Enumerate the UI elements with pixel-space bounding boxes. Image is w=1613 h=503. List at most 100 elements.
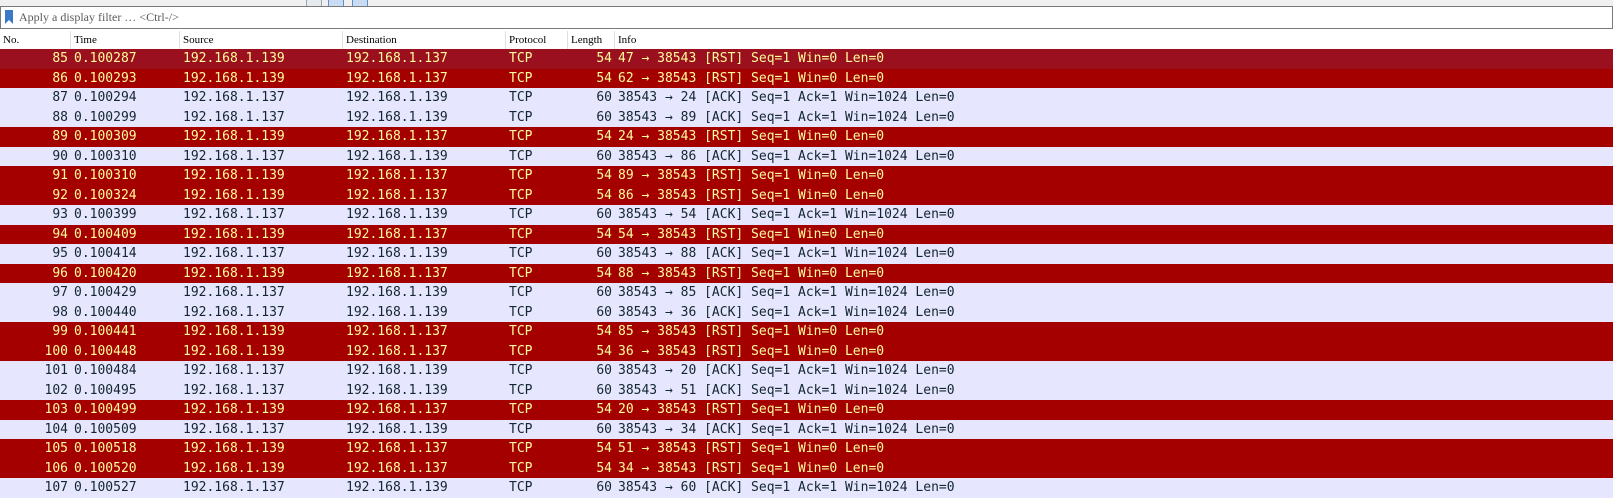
packet-no: 105: [44, 441, 68, 456]
packet-time: 0.100499: [74, 402, 137, 417]
packet-source: 192.168.1.137: [183, 148, 285, 164]
packet-info: 34 → 38543 [RST] Seq=1 Win=0 Len=0: [618, 460, 885, 476]
packet-time: 0.100310: [74, 148, 137, 164]
packet-info: 38543 → 54 [ACK] Seq=1 Ack=1 Win=1024 Le…: [618, 207, 955, 222]
packet-row[interactable]: 96 0.100420 192.168.1.139 192.168.1.137 TCP 5…: [0, 263, 1613, 283]
packet-protocol: TCP: [509, 402, 533, 417]
packet-row[interactable]: 85 0.100287 192.168.1.139 192.168.1.137 TCP 5…: [0, 49, 1613, 69]
packet-source: 192.168.1.139: [183, 460, 285, 476]
packet-info: 24 → 38543 [RST] Seq=1 Win=0 Len=0: [618, 129, 885, 144]
packet-destination: 192.168.1.137: [346, 343, 448, 359]
packet-row[interactable]: 86 0.100293 192.168.1.139 192.168.1.137 TCP 5…: [0, 68, 1613, 88]
packet-row[interactable]: 92 0.100324 192.168.1.139 192.168.1.137 TCP 5…: [0, 185, 1613, 205]
packet-info: 38543 → 36 [ACK] Seq=1 Ack=1 Win=1024 Le…: [618, 304, 955, 320]
packet-no: 94: [52, 226, 68, 242]
packet-no: 95: [52, 246, 68, 261]
packet-destination: 192.168.1.137: [346, 324, 448, 339]
display-filter-bar: [0, 6, 1613, 29]
packet-info: 38543 → 60 [ACK] Seq=1 Ack=1 Win=1024 Le…: [618, 480, 955, 495]
packet-destination: 192.168.1.139: [346, 207, 448, 222]
packet-time: 0.100310: [74, 168, 137, 183]
packet-row[interactable]: 89 0.100309 192.168.1.139 192.168.1.137 TCP 5…: [0, 127, 1613, 147]
packet-destination: 192.168.1.137: [346, 402, 448, 417]
packet-protocol: TCP: [509, 304, 533, 320]
packet-destination: 192.168.1.137: [346, 168, 448, 183]
packet-length: 54: [596, 265, 612, 281]
display-filter-input[interactable]: [19, 9, 1599, 25]
packet-row[interactable]: 107 0.100527 192.168.1.137 192.168.1.139 TCP…: [0, 478, 1613, 498]
packet-info: 38543 → 86 [ACK] Seq=1 Ack=1 Win=1024 Le…: [618, 148, 955, 164]
packet-time: 0.100441: [74, 324, 137, 339]
packet-destination: 192.168.1.139: [346, 109, 448, 125]
packet-list-header: No. Time Source Destination Protocol Len…: [0, 31, 1613, 50]
packet-row[interactable]: 87 0.100294 192.168.1.137 192.168.1.139 TCP 6…: [0, 88, 1613, 108]
packet-time: 0.100420: [74, 265, 137, 281]
packet-row[interactable]: 101 0.100484 192.168.1.137 192.168.1.139 TCP…: [0, 361, 1613, 381]
packet-length: 60: [596, 363, 612, 378]
packet-source: 192.168.1.137: [183, 480, 285, 495]
packet-source: 192.168.1.139: [183, 265, 285, 281]
packet-protocol: TCP: [509, 363, 533, 378]
packet-source: 192.168.1.137: [183, 421, 285, 437]
packet-length: 54: [596, 460, 612, 476]
column-header-source[interactable]: Source: [180, 31, 343, 49]
packet-no: 89: [52, 129, 68, 144]
packet-list: 85 0.100287 192.168.1.139 192.168.1.137 TCP 5…: [0, 49, 1613, 498]
packet-time: 0.100527: [74, 480, 137, 495]
packet-info: 38543 → 89 [ACK] Seq=1 Ack=1 Win=1024 Le…: [618, 109, 955, 125]
packet-no: 101: [44, 363, 68, 378]
packet-source: 192.168.1.139: [183, 441, 285, 456]
column-header-destination[interactable]: Destination: [343, 31, 506, 49]
packet-length: 60: [596, 304, 612, 320]
packet-row[interactable]: 104 0.100509 192.168.1.137 192.168.1.139 TCP…: [0, 419, 1613, 439]
packet-protocol: TCP: [509, 187, 533, 203]
packet-info: 89 → 38543 [RST] Seq=1 Win=0 Len=0: [618, 168, 885, 183]
packet-source: 192.168.1.137: [183, 363, 285, 378]
packet-info: 38543 → 88 [ACK] Seq=1 Ack=1 Win=1024 Le…: [618, 246, 955, 261]
packet-length: 54: [596, 187, 612, 203]
packet-row[interactable]: 105 0.100518 192.168.1.139 192.168.1.137 TCP…: [0, 439, 1613, 459]
packet-length: 60: [596, 285, 612, 300]
column-header-protocol[interactable]: Protocol: [506, 31, 568, 49]
packet-length: 54: [596, 441, 612, 456]
bookmark-icon[interactable]: [4, 10, 14, 24]
packet-protocol: TCP: [509, 324, 533, 339]
packet-row[interactable]: 94 0.100409 192.168.1.139 192.168.1.137 TCP 5…: [0, 224, 1613, 244]
column-header-info[interactable]: Info: [615, 31, 1613, 49]
packet-row[interactable]: 103 0.100499 192.168.1.139 192.168.1.137 TCP…: [0, 400, 1613, 420]
packet-row[interactable]: 102 0.100495 192.168.1.137 192.168.1.139 TCP…: [0, 380, 1613, 400]
packet-row[interactable]: 95 0.100414 192.168.1.137 192.168.1.139 TCP 6…: [0, 244, 1613, 264]
packet-length: 60: [596, 148, 612, 164]
column-header-length[interactable]: Length: [568, 31, 615, 49]
packet-info: 86 → 38543 [RST] Seq=1 Win=0 Len=0: [618, 187, 885, 203]
column-header-no[interactable]: No.: [0, 31, 71, 49]
packet-time: 0.100309: [74, 129, 137, 144]
packet-destination: 192.168.1.137: [346, 70, 448, 86]
packet-info: 38543 → 34 [ACK] Seq=1 Ack=1 Win=1024 Le…: [618, 421, 955, 437]
packet-no: 102: [44, 382, 68, 398]
packet-length: 60: [596, 109, 612, 125]
packet-row[interactable]: 91 0.100310 192.168.1.139 192.168.1.137 TCP 5…: [0, 166, 1613, 186]
packet-length: 60: [596, 207, 612, 222]
packet-destination: 192.168.1.139: [346, 382, 448, 398]
packet-time: 0.100520: [74, 460, 137, 476]
packet-time: 0.100484: [74, 363, 137, 378]
packet-row[interactable]: 98 0.100440 192.168.1.137 192.168.1.139 TCP 6…: [0, 302, 1613, 322]
packet-row[interactable]: 88 0.100299 192.168.1.137 192.168.1.139 TCP 6…: [0, 107, 1613, 127]
packet-length: 60: [596, 480, 612, 495]
packet-destination: 192.168.1.139: [346, 148, 448, 164]
packet-row[interactable]: 99 0.100441 192.168.1.139 192.168.1.137 TCP 5…: [0, 322, 1613, 342]
column-header-time[interactable]: Time: [71, 31, 180, 49]
packet-time: 0.100293: [74, 70, 137, 86]
packet-row[interactable]: 93 0.100399 192.168.1.137 192.168.1.139 TCP 6…: [0, 205, 1613, 225]
packet-protocol: TCP: [509, 480, 533, 495]
packet-protocol: TCP: [509, 168, 533, 183]
packet-row[interactable]: 97 0.100429 192.168.1.137 192.168.1.139 TCP 6…: [0, 283, 1613, 303]
packet-row[interactable]: 106 0.100520 192.168.1.139 192.168.1.137 TCP…: [0, 458, 1613, 478]
packet-info: 47 → 38543 [RST] Seq=1 Win=0 Len=0: [618, 51, 885, 66]
packet-row[interactable]: 100 0.100448 192.168.1.139 192.168.1.137 TCP…: [0, 341, 1613, 361]
packet-row[interactable]: 90 0.100310 192.168.1.137 192.168.1.139 TCP 6…: [0, 146, 1613, 166]
packet-protocol: TCP: [509, 285, 533, 300]
packet-source: 192.168.1.139: [183, 51, 285, 66]
packet-length: 54: [596, 168, 612, 183]
